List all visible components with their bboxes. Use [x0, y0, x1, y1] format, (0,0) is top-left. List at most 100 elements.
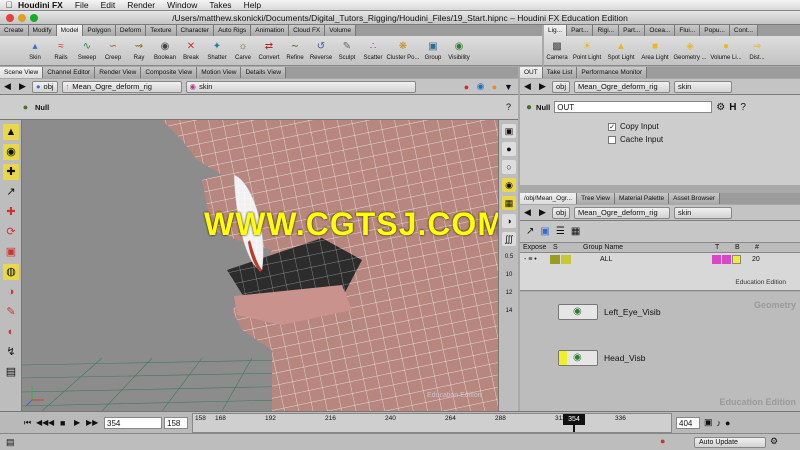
shelf-tab-particles[interactable]: Part... [567, 25, 594, 36]
minimize-window-icon[interactable] [18, 14, 26, 22]
net-path-obj[interactable]: obj [552, 206, 571, 219]
shelf-tab-volume[interactable]: Volume [325, 25, 356, 36]
distant-light-tool[interactable]: ⇒ Dist... [744, 36, 770, 65]
shelf-tab-rigid[interactable]: Rigi... [593, 25, 620, 36]
point-light-tool[interactable]: ☀ Point Light [570, 36, 604, 65]
bypass-flag[interactable] [732, 254, 752, 264]
tab-composite-view[interactable]: Composite View [141, 67, 198, 78]
light-icon[interactable]: ○ [502, 160, 516, 174]
shade-icon[interactable]: ● [502, 142, 516, 156]
net-back-icon[interactable]: ◀ [522, 207, 533, 218]
net-grid-icon[interactable]: ▦ [571, 226, 580, 237]
carve-tool[interactable]: ☼ Carve [230, 36, 256, 65]
network-editor[interactable]: Geometry Education Edition ◉ Left_Eye_Vi… [520, 292, 800, 411]
select-tool-icon[interactable]: ▲ [3, 124, 19, 140]
play-icon[interactable]: ▶ [74, 418, 86, 427]
forward-arrow-icon[interactable]: ▶ [17, 81, 28, 92]
net-forward-icon[interactable]: ▶ [537, 207, 548, 218]
tab-out[interactable]: OUT [520, 67, 543, 78]
shelf-tab-texture[interactable]: Texture [146, 25, 177, 36]
handle-tool-icon[interactable]: ✚ [3, 164, 19, 180]
step-back-icon[interactable]: ◀◀ [36, 418, 48, 427]
spot-light-tool[interactable]: ▲ Spot Light [604, 36, 638, 65]
expose-toggle[interactable]: - ≡ • [520, 256, 550, 263]
path-rig[interactable]: ↑ Mean_Ogre_deform_rig [61, 80, 182, 93]
visibility-tool[interactable]: ◉ Visibility [446, 36, 472, 65]
stop-icon[interactable]: ■ [60, 418, 74, 428]
gear-icon[interactable]: ⚙ [716, 102, 725, 113]
sweep-tool[interactable]: ∿ Sweep [74, 36, 100, 65]
volume-light-tool[interactable]: ● Volume Li... [708, 36, 744, 65]
convert-tool[interactable]: ⇄ Convert [256, 36, 282, 65]
app-menu[interactable]: Houdini FX [18, 0, 63, 10]
shelf-tab-particle-fluids[interactable]: Part... [619, 25, 646, 36]
paint-tool-icon[interactable]: ✎ [3, 304, 19, 320]
shatter-tool[interactable]: ✦ Shatter [204, 36, 230, 65]
color-swatch[interactable] [550, 254, 580, 264]
camera-tool[interactable]: ▩ Camera [544, 36, 570, 65]
brush-tool-icon[interactable]: ◐ [3, 324, 19, 340]
boolean-tool[interactable]: ◉ Boolean [152, 36, 178, 65]
template-flag[interactable] [712, 254, 732, 264]
shelf-tab-model[interactable]: Model [56, 25, 84, 36]
hda-icon[interactable]: H [729, 102, 736, 113]
shelf-tab-modify[interactable]: Modify [28, 25, 57, 36]
menu-takes[interactable]: Takes [209, 0, 231, 10]
step-forward-icon[interactable]: ▶▶ [86, 418, 98, 427]
book-icon[interactable]: ▤ [3, 364, 19, 380]
magnet-icon[interactable]: ∭ [502, 232, 516, 246]
wireframe-icon[interactable]: ▣ [502, 124, 516, 138]
area-light-tool[interactable]: ■ Area Light [638, 36, 672, 65]
render-icon[interactable]: ● [461, 81, 472, 92]
path-skin[interactable]: ◉ skin [185, 80, 416, 93]
scale-tool-icon[interactable]: ▣ [3, 244, 19, 260]
lock-camera-icon[interactable]: ◉ [502, 178, 516, 192]
realtime-icon[interactable]: ▣ [704, 417, 713, 428]
pin-icon[interactable]: ▼ [503, 81, 514, 92]
creep-tool[interactable]: ∽ Creep [100, 36, 126, 65]
shelf-tab-container[interactable]: Cont... [729, 25, 759, 36]
current-frame-marker[interactable]: 354 [563, 413, 585, 425]
menu-edit[interactable]: Edit [101, 0, 116, 10]
menu-render[interactable]: Render [127, 0, 155, 10]
param-path-skin[interactable]: skin [674, 80, 733, 93]
tab-material-palette[interactable]: Material Palette [614, 193, 670, 204]
rails-tool[interactable]: ≈ Rails [48, 36, 74, 65]
shading-icon[interactable]: ● [489, 81, 500, 92]
tab-channel-editor[interactable]: Channel Editor [43, 67, 96, 78]
zoom-window-icon[interactable] [30, 14, 38, 22]
tab-asset-browser[interactable]: Asset Browser [669, 193, 721, 204]
menu-help[interactable]: Help [244, 0, 261, 10]
group-tool[interactable]: ▣ Group [420, 36, 446, 65]
geometry-light-tool[interactable]: ◈ Geometry ... [672, 36, 708, 65]
node-name-field[interactable]: OUT [554, 101, 713, 113]
skin-tool[interactable]: ▴ Skin [22, 36, 48, 65]
sculpt-tool[interactable]: ✎ Sculpt [334, 36, 360, 65]
start-frame-field[interactable]: 158 [164, 416, 188, 429]
display-icon[interactable]: ◉ [475, 81, 486, 92]
snap-grid-icon[interactable]: ▦ [502, 196, 516, 210]
ray-tool[interactable]: ⇝ Ray [126, 36, 152, 65]
shelf-tab-fluid[interactable]: Flui... [675, 25, 701, 36]
copy-input-checkbox[interactable]: ✓ [608, 122, 616, 131]
shelf-tab-auto-rigs[interactable]: Auto Rigs [214, 25, 252, 36]
net-select-icon[interactable]: ↗ [526, 226, 534, 237]
table-row[interactable]: - ≡ • ALL 20 [520, 253, 800, 265]
bookmark-icon[interactable]: ▤ [6, 437, 15, 448]
play-reverse-icon[interactable]: ◀ [48, 418, 60, 427]
net-path-skin[interactable]: skin [674, 206, 733, 219]
tab-tree-view[interactable]: Tree View [577, 193, 615, 204]
menu-window[interactable]: Window [167, 0, 197, 10]
tab-render-view[interactable]: Render View [95, 67, 142, 78]
param-back-icon[interactable]: ◀ [522, 81, 533, 92]
menu-file[interactable]: File [75, 0, 89, 10]
tab-performance-monitor[interactable]: Performance Monitor [577, 67, 648, 78]
apple-icon[interactable]:  [0, 0, 18, 10]
ghost-icon[interactable]: ◑ [502, 214, 516, 228]
back-arrow-icon[interactable]: ◀ [2, 81, 13, 92]
shelf-tab-lights[interactable]: Lig... [544, 25, 568, 36]
snap-tool-icon[interactable]: ↯ [3, 344, 19, 360]
shelf-tab-animation[interactable]: Animation [251, 25, 290, 36]
audio-icon[interactable]: ♪ [717, 418, 722, 428]
rotate-tool-icon[interactable]: ⟳ [3, 224, 19, 240]
